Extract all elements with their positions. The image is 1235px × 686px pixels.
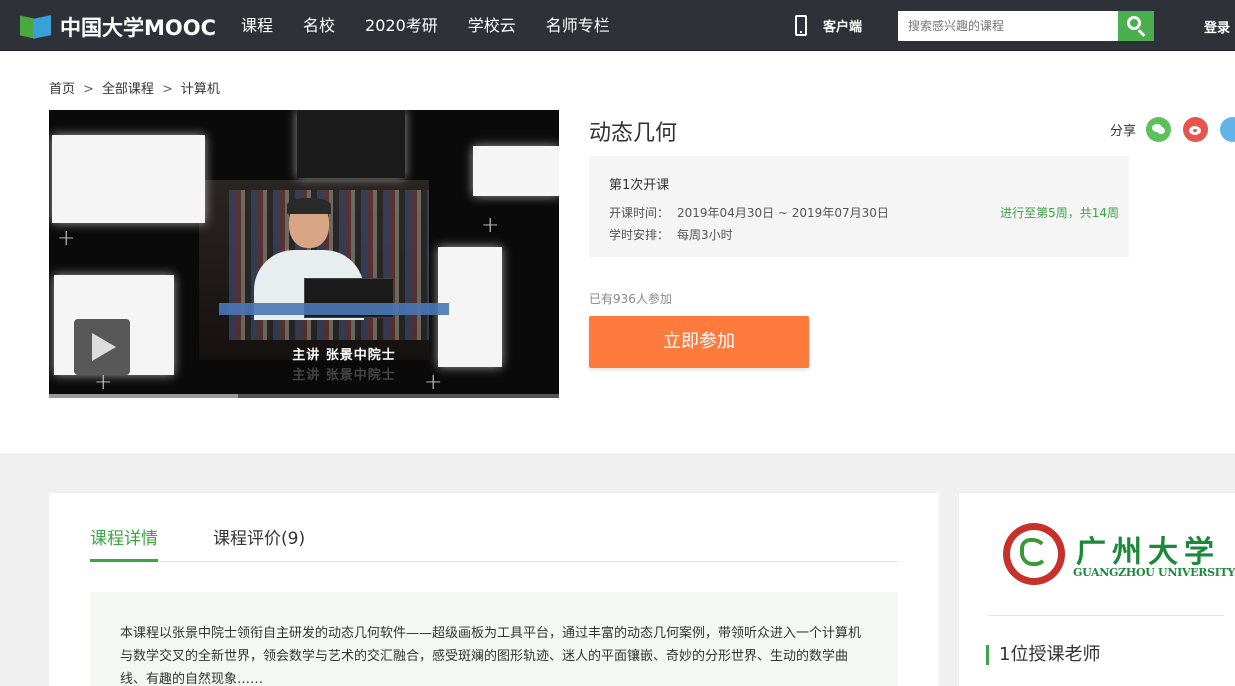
wechat-share-icon[interactable] xyxy=(1146,117,1172,142)
qq-share-icon[interactable] xyxy=(1220,117,1235,142)
university-emblem-icon[interactable] xyxy=(1003,523,1065,585)
login-link[interactable]: 登录 xyxy=(1204,17,1230,36)
university-name-cn[interactable]: 广州大学 xyxy=(1076,527,1220,571)
logo-book-icon xyxy=(20,14,56,40)
weibo-share-icon[interactable] xyxy=(1183,117,1209,142)
video-slide-panel xyxy=(473,146,559,196)
session-hours-value: 每周3小时 xyxy=(677,228,733,242)
nav-item-school-cloud[interactable]: 学校云 xyxy=(468,0,516,51)
breadcrumb-category[interactable]: 计算机 xyxy=(181,82,220,97)
breadcrumb-all-courses[interactable]: 全部课程 xyxy=(102,82,154,97)
nav-item-schools[interactable]: 名校 xyxy=(303,0,335,51)
tab-course-reviews[interactable]: 课程评价(9) xyxy=(213,524,305,562)
detail-tabs: 课程详情 课程评价(9) xyxy=(90,524,898,562)
site-logo[interactable]: 中国大学MOOC xyxy=(20,12,216,42)
video-slide-panel xyxy=(52,135,205,223)
search-input[interactable] xyxy=(898,11,1118,41)
client-label: 客户端 xyxy=(823,20,863,35)
share-bar: 分享 xyxy=(1110,117,1235,142)
breadcrumb-home[interactable]: 首页 xyxy=(49,82,75,97)
tab-course-details[interactable]: 课程详情 xyxy=(90,524,158,562)
client-download-link[interactable]: 客户端 xyxy=(795,15,862,36)
course-title: 动态几何 xyxy=(589,121,678,146)
teachers-title: 1位授课老师 xyxy=(986,645,1100,665)
nav-item-teacher-column[interactable]: 名师专栏 xyxy=(546,0,610,51)
main-nav: 课程 名校 2020考研 学校云 名师专栏 xyxy=(241,0,640,51)
course-detail-section: 课程详情 课程评价(9) 本课程以张景中院士领衔自主研发的动态几何软件——超级画… xyxy=(0,453,1235,686)
session-progress: 进行至第5周，共14周 xyxy=(1000,206,1119,220)
university-name-en: GUANGZHOU UNIVERSITY xyxy=(1073,566,1235,579)
session-time: 开课时间： 2019年04月30日 ~ 2019年07月30日 xyxy=(609,204,889,221)
divider xyxy=(988,615,1224,616)
nav-item-courses[interactable]: 课程 xyxy=(241,0,273,51)
search-button[interactable] xyxy=(1118,11,1154,41)
join-course-button[interactable]: 立即参加 xyxy=(589,316,809,368)
university-card: 广州大学 GUANGZHOU UNIVERSITY 1位授课老师 xyxy=(959,493,1235,686)
session-info-box: 第1次开课 开课时间： 2019年04月30日 ~ 2019年07月30日 进行至… xyxy=(589,156,1129,257)
course-video-player[interactable]: + + + + 主讲 张景中院士 主讲 张景中院士 xyxy=(49,110,559,398)
top-navbar: 中国大学MOOC 课程 名校 2020考研 学校云 名师专栏 客户端 登录 xyxy=(0,0,1235,51)
plus-decoration-icon: + xyxy=(57,226,76,251)
session-hours: 学时安排： 每周3小时 xyxy=(609,226,733,243)
search-icon xyxy=(1127,16,1141,30)
breadcrumb: 首页 > 全部课程 > 计算机 xyxy=(49,82,220,97)
course-description: 本课程以张景中院士领衔自主研发的动态几何软件——超级画板为工具平台，通过丰富的动… xyxy=(90,592,898,686)
session-hours-label: 学时安排： xyxy=(609,228,670,242)
play-icon[interactable] xyxy=(74,319,130,375)
nav-item-kaoyan[interactable]: 2020考研 xyxy=(365,0,438,51)
course-detail-card: 课程详情 课程评价(9) 本课程以张景中院士领衔自主研发的动态几何软件——超级画… xyxy=(49,493,939,686)
session-time-value: 2019年04月30日 ~ 2019年07月30日 xyxy=(677,206,889,220)
search-bar xyxy=(898,11,1154,41)
video-slide-panel xyxy=(297,110,405,178)
logo-text: 中国大学MOOC xyxy=(60,16,217,40)
video-progress-bar[interactable] xyxy=(49,394,559,398)
video-progress-fill xyxy=(49,394,238,398)
phone-icon xyxy=(795,15,807,36)
session-name: 第1次开课 xyxy=(609,178,670,193)
share-label: 分享 xyxy=(1110,124,1137,139)
enrolled-count: 已有936人参加 xyxy=(589,292,672,306)
plus-decoration-icon: + xyxy=(481,213,500,238)
video-nameplate xyxy=(219,303,449,315)
session-time-label: 开课时间： xyxy=(609,206,670,220)
